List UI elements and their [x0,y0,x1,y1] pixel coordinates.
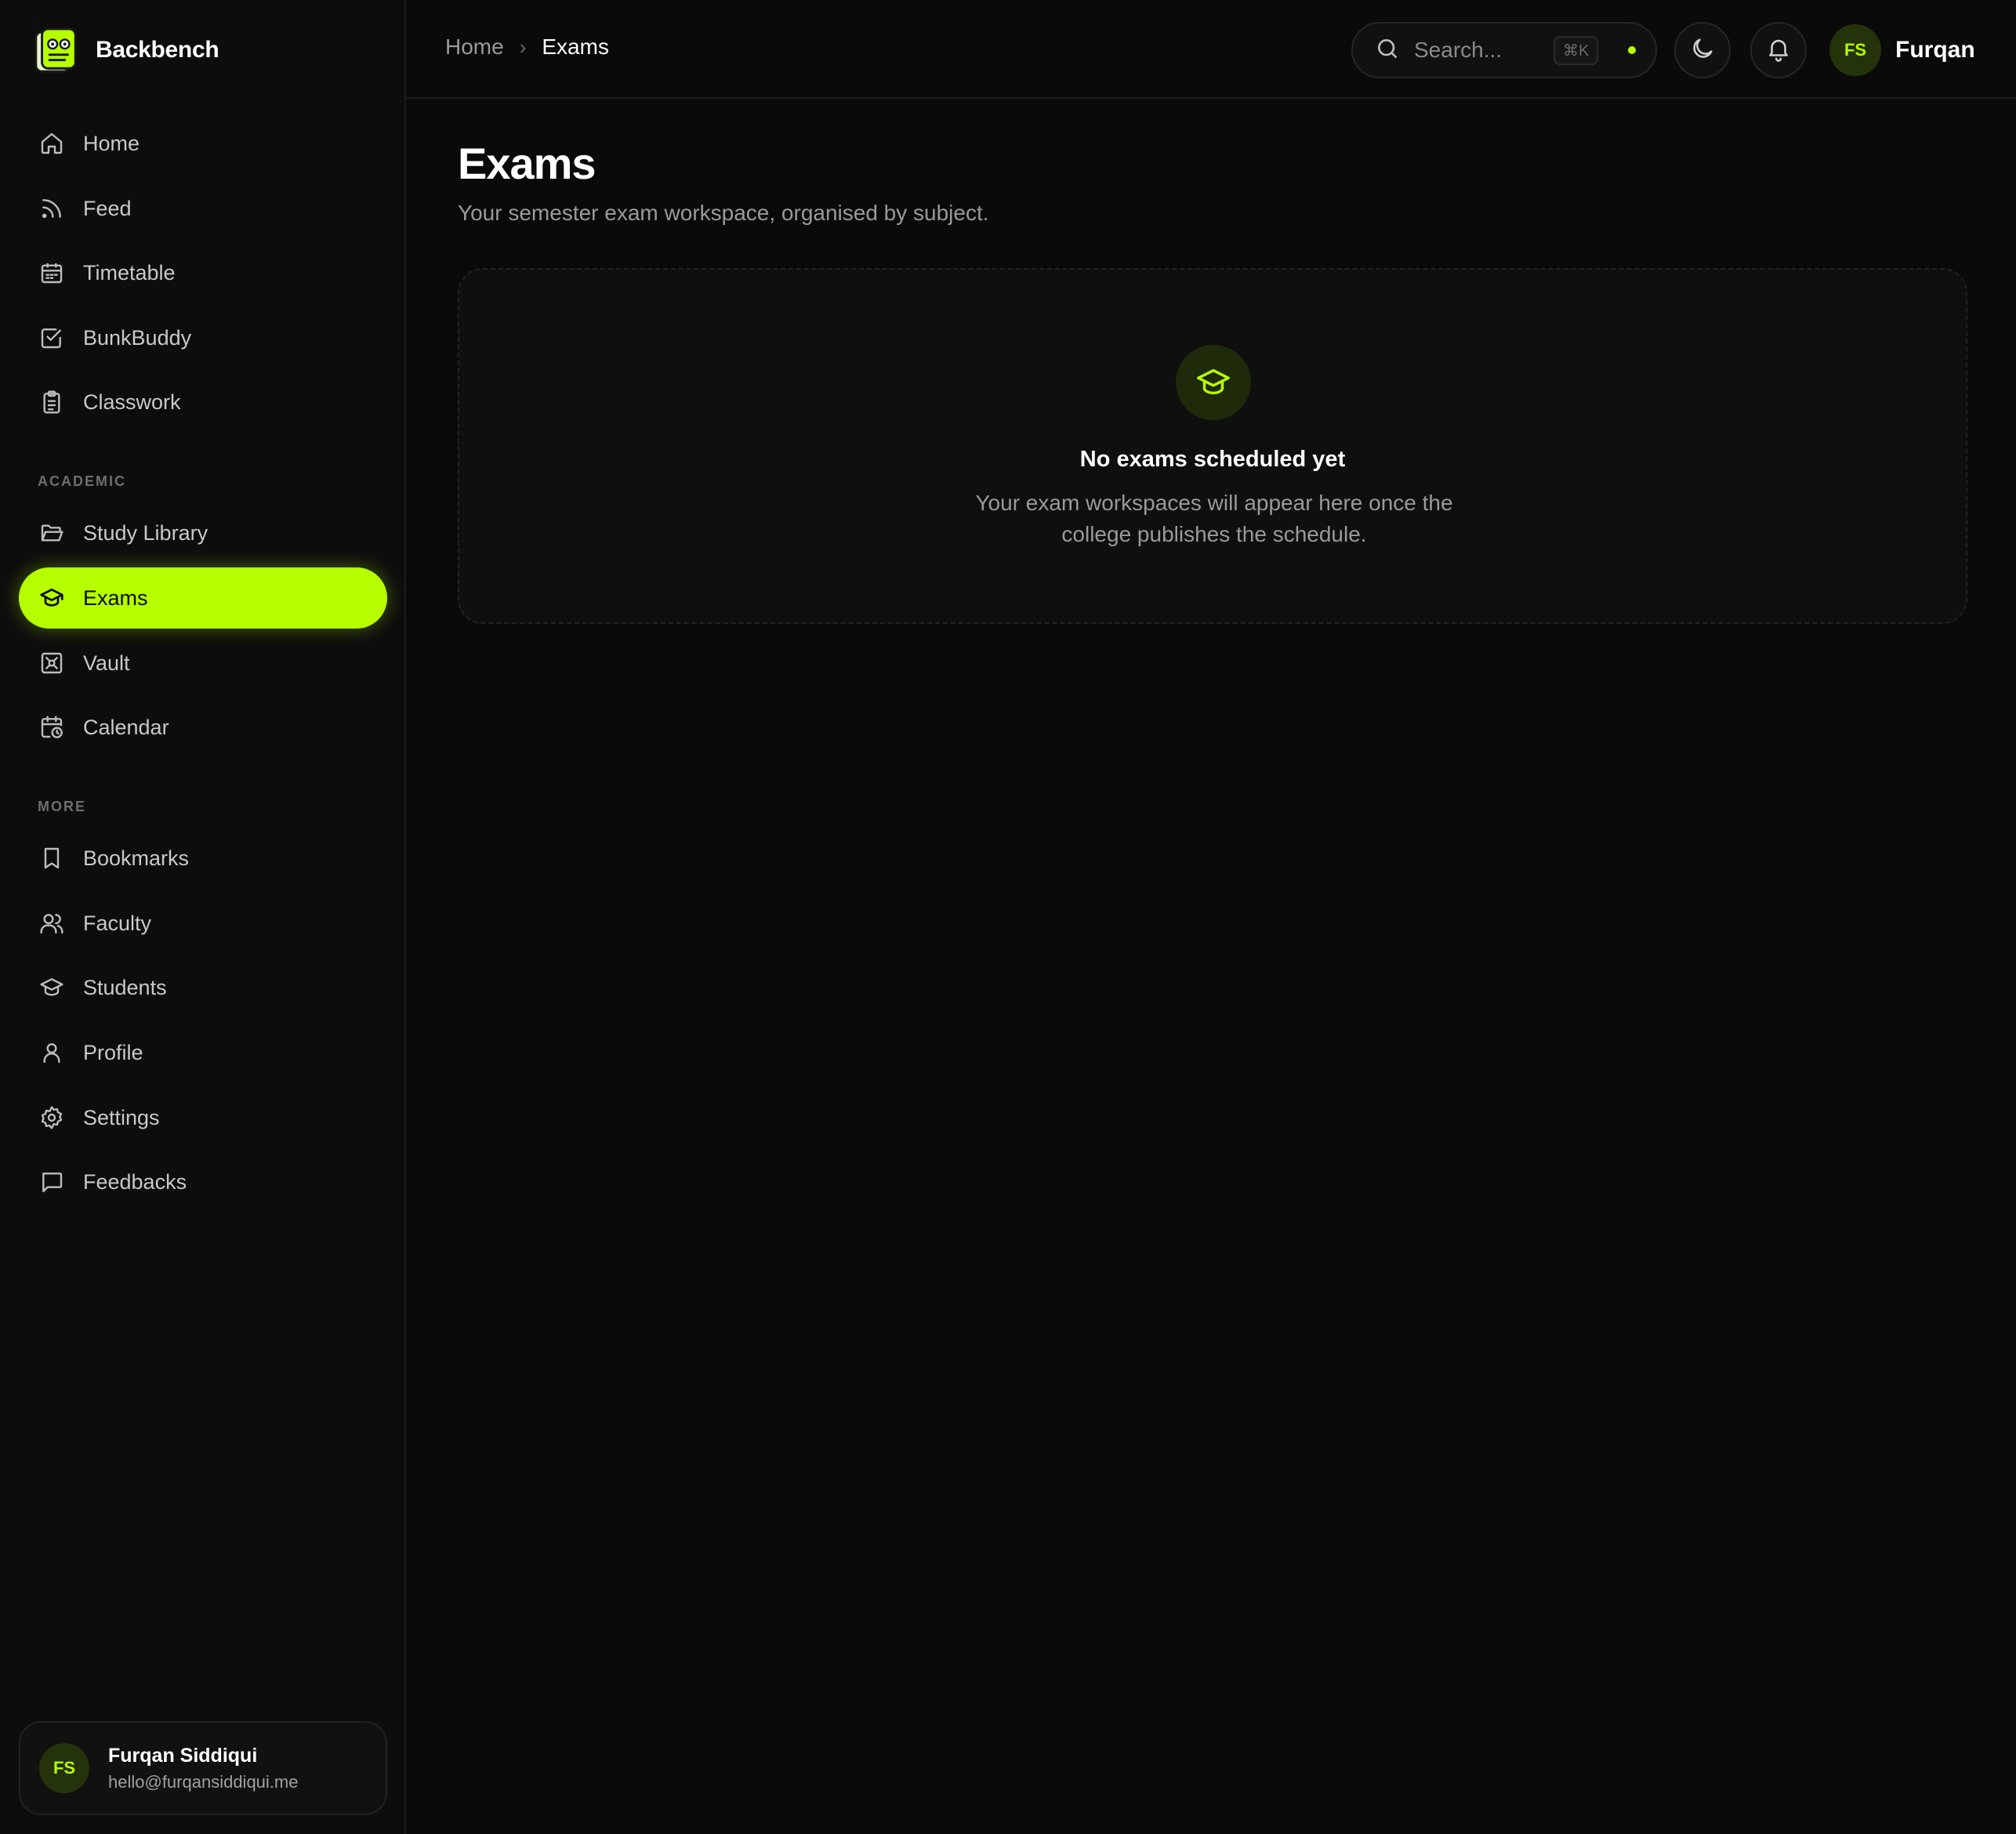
brand[interactable]: Backbench [31,25,219,75]
calendar-grid-icon [38,259,66,287]
avatar: FS [39,1743,89,1793]
sidebar-item-label: Timetable [83,260,176,285]
sidebar-item-feedbacks[interactable]: Feedbacks [19,1151,387,1212]
user-info: Furqan Siddiqui hello@furqansiddiqui.me [108,1745,298,1792]
search-bar[interactable]: ⌘K [1351,22,1657,78]
chevron-right-icon: › [519,34,527,59]
sidebar-item-label: Study Library [83,520,208,545]
sidebar-item-study-library[interactable]: Study Library [19,502,387,564]
sidebar-item-label: Home [83,131,140,155]
moon-icon [1689,35,1716,66]
sidebar-item-vault[interactable]: Vault [19,632,387,694]
sidebar-item-label: BunkBuddy [83,325,192,350]
sidebar-item-bunkbuddy[interactable]: BunkBuddy [19,307,387,368]
bookmark-icon [38,844,66,872]
graduation-cap-icon [1176,345,1251,420]
gear-icon [38,1104,66,1132]
sidebar-item-label: Feed [83,196,132,220]
check-square-icon [38,324,66,352]
topbar-user-menu[interactable]: FS Furqan [1829,22,1975,78]
breadcrumb-home-link[interactable]: Home [445,34,504,60]
empty-state-card: No exams scheduled yet Your exam workspa… [458,268,1967,624]
sidebar-item-label: Students [83,975,167,999]
user-name: Furqan Siddiqui [108,1744,258,1767]
search-icon [1375,36,1400,65]
graduation-cap-icon [38,973,66,1002]
status-dot [1628,46,1637,54]
clipboard-list-icon [38,388,66,416]
topbar-user-name: Furqan [1895,37,1975,63]
vault-icon [38,649,66,677]
sidebar-item-feed[interactable]: Feed [19,178,387,239]
sidebar-user-card[interactable]: FS Furqan Siddiqui hello@furqansiddiqui.… [19,1721,387,1815]
sidebar-item-label: Settings [83,1105,160,1129]
sidebar-item-label: Bookmarks [83,846,190,870]
rss-icon [38,194,66,223]
sidebar-item-label: Feedbacks [83,1169,187,1194]
brand-logo-icon [31,26,80,74]
section-label-academic: ACADEMIC [38,473,126,489]
user-icon [38,1038,66,1067]
sidebar-item-exams[interactable]: Exams [19,567,387,629]
search-input[interactable] [1414,38,1539,63]
sidebar-item-students[interactable]: Students [19,957,387,1018]
search-shortcut: ⌘K [1554,35,1599,65]
brand-name: Backbench [96,37,219,63]
users-icon [38,909,66,937]
sidebar-item-label: Vault [83,651,130,675]
sidebar-item-faculty[interactable]: Faculty [19,893,387,954]
page-subtitle: Your semester exam workspace, organised … [458,201,989,225]
notifications-button[interactable] [1750,22,1807,78]
sidebar-item-calendar[interactable]: Calendar [19,697,387,758]
graduation-cap-icon [38,584,66,612]
folder-open-icon [38,519,66,547]
sidebar-item-label: Exams [83,585,148,610]
theme-toggle-button[interactable] [1674,22,1731,78]
calendar-clock-icon [38,713,66,741]
user-email: hello@furqansiddiqui.me [108,1771,299,1792]
sidebar-item-classwork[interactable]: Classwork [19,372,387,433]
section-label-more: MORE [38,799,86,814]
sidebar: Backbench Home Feed Timetable BunkBuddy … [0,0,406,1834]
sidebar-item-label: Classwork [83,390,181,414]
page-title: Exams [458,139,596,188]
app-root: Backbench Home Feed Timetable BunkBuddy … [0,0,2016,1834]
empty-state-text: Your exam workspaces will appear here on… [975,491,1453,546]
sidebar-item-label: Profile [83,1040,143,1064]
topbar: Home › Exams ⌘K FS Furqan [406,0,2016,99]
sidebar-item-bookmarks[interactable]: Bookmarks [19,828,387,889]
message-square-icon [38,1168,66,1196]
sidebar-item-settings[interactable]: Settings [19,1087,387,1148]
sidebar-item-profile[interactable]: Profile [19,1022,387,1083]
bell-icon [1765,35,1792,66]
breadcrumb-current: Exams [542,34,609,59]
sidebar-item-label: Faculty [83,911,152,935]
sidebar-item-timetable[interactable]: Timetable [19,242,387,303]
sidebar-item-home[interactable]: Home [19,113,387,174]
sidebar-item-label: Calendar [83,715,169,739]
home-icon [38,129,66,158]
empty-state-title: No exams scheduled yet [1079,447,1346,472]
breadcrumb: Home › Exams [445,34,609,60]
avatar: FS [1829,24,1881,76]
